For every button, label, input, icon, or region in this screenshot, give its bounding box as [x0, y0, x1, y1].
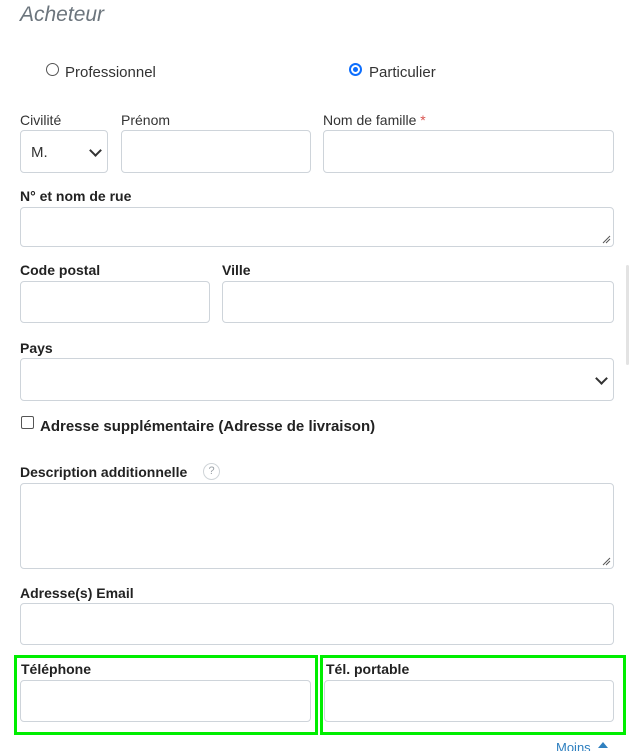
nom-label-text: Nom de famille: [323, 112, 417, 128]
telephone-label: Téléphone: [21, 661, 92, 677]
radio-professionnel-label[interactable]: Professionnel: [65, 64, 156, 81]
rue-label: N° et nom de rue: [20, 188, 132, 204]
resize-handle-icon[interactable]: [601, 234, 611, 244]
civilite-select[interactable]: M.: [20, 130, 108, 173]
email-input[interactable]: [20, 603, 614, 645]
chevron-down-icon: [89, 144, 102, 157]
nom-input[interactable]: [323, 130, 614, 173]
radio-particulier-label[interactable]: Particulier: [369, 64, 436, 81]
ville-input[interactable]: [222, 281, 614, 323]
caret-up-icon: [598, 742, 608, 748]
nom-label: Nom de famille *: [323, 112, 426, 128]
description-label: Description additionnelle: [20, 464, 188, 480]
radio-professionnel[interactable]: [46, 63, 59, 76]
portable-input[interactable]: [324, 680, 614, 722]
adresse-supp-label[interactable]: Adresse supplémentaire (Adresse de livra…: [40, 418, 375, 435]
rue-textarea[interactable]: [20, 207, 614, 247]
prenom-input[interactable]: [121, 130, 311, 173]
radio-particulier[interactable]: [349, 63, 362, 76]
pays-label: Pays: [20, 340, 53, 356]
section-title: Acheteur: [20, 3, 105, 26]
adresse-supp-checkbox[interactable]: [21, 416, 34, 429]
scrollbar[interactable]: [626, 265, 629, 365]
civilite-value: M.: [31, 144, 48, 161]
code-postal-input[interactable]: [20, 281, 210, 323]
toggle-link[interactable]: Moins: [556, 740, 616, 751]
pays-select[interactable]: [20, 358, 614, 401]
required-mark: *: [420, 112, 426, 128]
resize-handle-icon[interactable]: [601, 556, 611, 566]
prenom-label: Prénom: [121, 112, 171, 128]
portable-label: Tél. portable: [326, 661, 410, 677]
description-textarea[interactable]: [20, 483, 614, 569]
help-icon[interactable]: ?: [203, 463, 220, 480]
telephone-input[interactable]: [20, 680, 311, 722]
chevron-down-icon: [595, 372, 608, 385]
ville-label: Ville: [222, 262, 251, 278]
email-label: Adresse(s) Email: [20, 585, 134, 601]
civilite-label: Civilité: [20, 112, 62, 128]
code-postal-label: Code postal: [20, 262, 101, 278]
toggle-link-text[interactable]: Moins: [556, 740, 591, 751]
